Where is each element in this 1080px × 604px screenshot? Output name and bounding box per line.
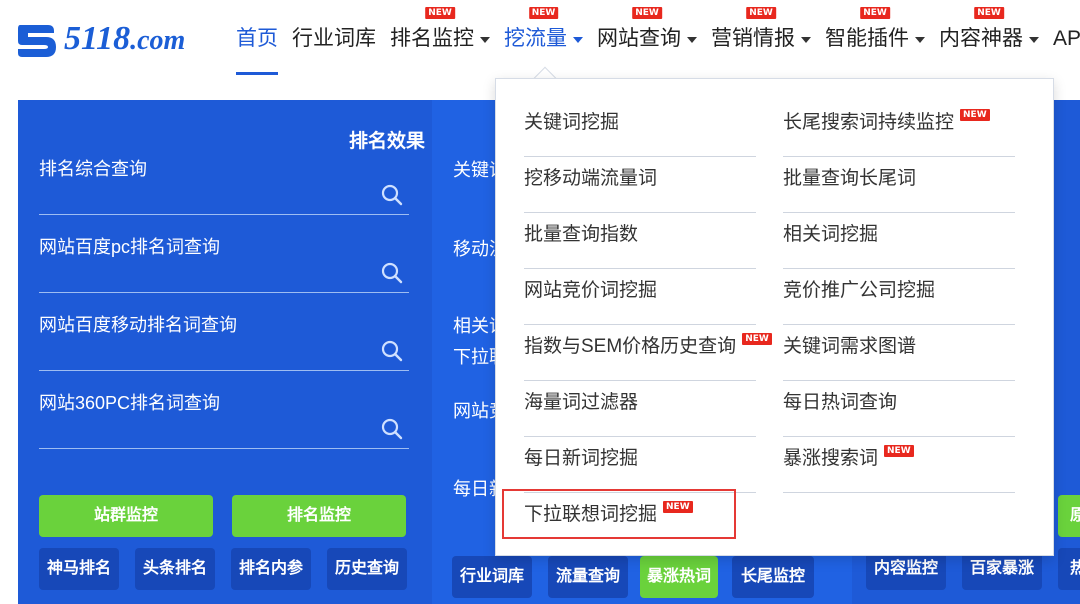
nav-label: 内容神器 [939, 27, 1023, 50]
page: 5118.com 首页 行业词库 NEW 排名监控 NEW 挖流量 NEW 网站… [0, 0, 1080, 604]
menu-item-label: 每日新词挖掘 [524, 448, 639, 469]
menu-item-daily-hot-words[interactable]: 每日热词查询 [783, 381, 1015, 437]
menu-item-related-words-mining[interactable]: 相关词挖掘 [783, 213, 1015, 269]
partial-green-button[interactable]: 原 [1058, 495, 1080, 537]
logo-text: 5118.com [64, 20, 185, 60]
menu-item-label: 批量查询指数 [524, 224, 639, 245]
nav-item-api[interactable]: API [1053, 24, 1080, 54]
logo-mark-icon [18, 25, 56, 57]
query-row-baidu-pc[interactable]: 网站百度pc排名词查询 [39, 233, 409, 293]
nav-item-industry-lexicon[interactable]: 行业词库 [292, 24, 376, 54]
query-row-rank-overview[interactable]: 排名综合查询 [39, 155, 409, 215]
nav-item-content-tools[interactable]: NEW 内容神器 [939, 7, 1039, 54]
panel-title: 排名效果 [349, 131, 426, 152]
query-label: 网站百度移动排名词查询 [39, 315, 237, 335]
new-badge: NEW [960, 109, 990, 121]
menu-item-index-sem-history[interactable]: 指数与SEM价格历史查询 NEW [524, 325, 772, 381]
nav-label: 首页 [236, 27, 278, 50]
menu-item-label: 海量词过滤器 [524, 392, 639, 413]
menu-item-surging-search-words[interactable]: 暴涨搜索词 NEW [783, 437, 1015, 493]
new-badge: NEW [528, 7, 559, 19]
search-icon[interactable] [381, 262, 403, 284]
logo-suffix: .com [130, 25, 186, 56]
nav-item-dig-traffic[interactable]: NEW 挖流量 [504, 7, 583, 54]
new-badge: NEW [425, 7, 455, 19]
query-label: 网站百度pc排名词查询 [39, 237, 221, 257]
new-badge: NEW [884, 445, 914, 457]
shenma-rank-button[interactable]: 神马排名 [39, 548, 119, 590]
caret-down-icon [687, 37, 697, 43]
nav-label: 挖流量 [504, 27, 567, 50]
menu-item-daily-new-words[interactable]: 每日新词挖掘 [524, 437, 756, 493]
menu-item-bid-words-mining[interactable]: 网站竞价词挖掘 [524, 269, 756, 325]
site-group-monitor-button[interactable]: 站群监控 [39, 495, 213, 537]
history-query-button[interactable]: 历史查询 [327, 548, 407, 590]
menu-item-keyword-mining[interactable]: 关键词挖掘 [524, 101, 756, 157]
menu-item-label: 关键词需求图谱 [783, 336, 917, 357]
site-logo[interactable]: 5118.com [14, 20, 185, 60]
query-row-baidu-mobile[interactable]: 网站百度移动排名词查询 [39, 311, 409, 371]
longtail-monitor-button[interactable]: 长尾监控 [732, 556, 814, 598]
search-icon[interactable] [381, 418, 403, 440]
nav-label: 营销情报 [711, 27, 795, 50]
dig-traffic-dropdown: 关键词挖掘 挖移动端流量词 批量查询指数 网站竞价词挖掘 指数与SEM价格历史查… [495, 78, 1054, 556]
nav-item-site-query[interactable]: NEW 网站查询 [597, 7, 697, 54]
industry-lexicon-button[interactable]: 行业词库 [452, 556, 532, 598]
menu-item-label: 指数与SEM价格历史查询 [524, 336, 737, 357]
menu-item-label: 相关词挖掘 [783, 224, 879, 245]
top-nav-bar: 5118.com 首页 行业词库 NEW 排名监控 NEW 挖流量 NEW 网站… [0, 0, 1080, 78]
menu-item-batch-index-query[interactable]: 批量查询指数 [524, 213, 756, 269]
menu-item-label: 暴涨搜索词 [783, 448, 879, 469]
menu-item-keyword-demand-graph[interactable]: 关键词需求图谱 [783, 325, 1015, 381]
nav-item-marketing-intel[interactable]: NEW 营销情报 [711, 7, 811, 54]
menu-item-label: 批量查询长尾词 [783, 168, 917, 189]
nav-label: 智能插件 [825, 27, 909, 50]
nav-label: 网站查询 [597, 27, 681, 50]
nav-label: API [1053, 27, 1080, 50]
new-badge: NEW [860, 7, 890, 19]
logo-number: 5118 [64, 20, 131, 57]
new-badge: NEW [742, 333, 772, 345]
nav-item-smart-plugins[interactable]: NEW 智能插件 [825, 7, 925, 54]
caret-down-icon [915, 37, 925, 43]
caret-down-icon [1029, 37, 1039, 43]
rank-monitor-button[interactable]: 排名监控 [232, 495, 406, 537]
toutiao-rank-button[interactable]: 头条排名 [135, 548, 215, 590]
search-icon[interactable] [381, 184, 403, 206]
menu-item-batch-longtail-query[interactable]: 批量查询长尾词 [783, 157, 1015, 213]
query-label: 排名综合查询 [39, 159, 147, 179]
surging-hotwords-button[interactable]: 暴涨热词 [640, 556, 718, 598]
active-tab-underline [236, 72, 278, 75]
caret-down-icon [573, 37, 583, 43]
menu-item-label: 挖移动端流量词 [524, 168, 658, 189]
caret-down-icon [801, 37, 811, 43]
menu-item-label: 长尾搜索词持续监控 [783, 112, 955, 133]
main-nav: 首页 行业词库 NEW 排名监控 NEW 挖流量 NEW 网站查询 NEW 营销… [236, 7, 1080, 54]
nav-label: 排名监控 [390, 27, 474, 50]
query-row-360-pc[interactable]: 网站360PC排名词查询 [39, 389, 409, 449]
menu-item-longtail-continuous-monitor[interactable]: 长尾搜索词持续监控 NEW [783, 101, 1015, 157]
new-badge: NEW [746, 7, 776, 19]
nav-label: 行业词库 [292, 27, 376, 50]
menu-item-label: 竞价推广公司挖掘 [783, 280, 936, 301]
nav-item-home[interactable]: 首页 [236, 24, 278, 54]
traffic-query-button[interactable]: 流量查询 [548, 556, 628, 598]
menu-item-label: 每日热词查询 [783, 392, 898, 413]
menu-item-word-filter[interactable]: 海量词过滤器 [524, 381, 756, 437]
menu-item-bid-company-mining[interactable]: 竞价推广公司挖掘 [783, 269, 1015, 325]
highlight-box [502, 489, 736, 539]
partial-hot-button[interactable]: 热 [1058, 548, 1080, 590]
menu-item-label: 关键词挖掘 [524, 112, 620, 133]
menu-item-label: 网站竞价词挖掘 [524, 280, 658, 301]
query-label: 网站360PC排名词查询 [39, 393, 221, 413]
new-badge: NEW [974, 7, 1004, 19]
ranking-panel: 排名效果 排名综合查询 网站百度pc排名词查询 网站百度移动排名词查询 网站36… [18, 100, 432, 604]
nav-item-rank-monitor[interactable]: NEW 排名监控 [390, 7, 490, 54]
search-icon[interactable] [381, 340, 403, 362]
caret-down-icon [480, 37, 490, 43]
rank-insider-button[interactable]: 排名内参 [231, 548, 311, 590]
menu-item-mobile-traffic-words[interactable]: 挖移动端流量词 [524, 157, 756, 213]
new-badge: NEW [632, 7, 662, 19]
